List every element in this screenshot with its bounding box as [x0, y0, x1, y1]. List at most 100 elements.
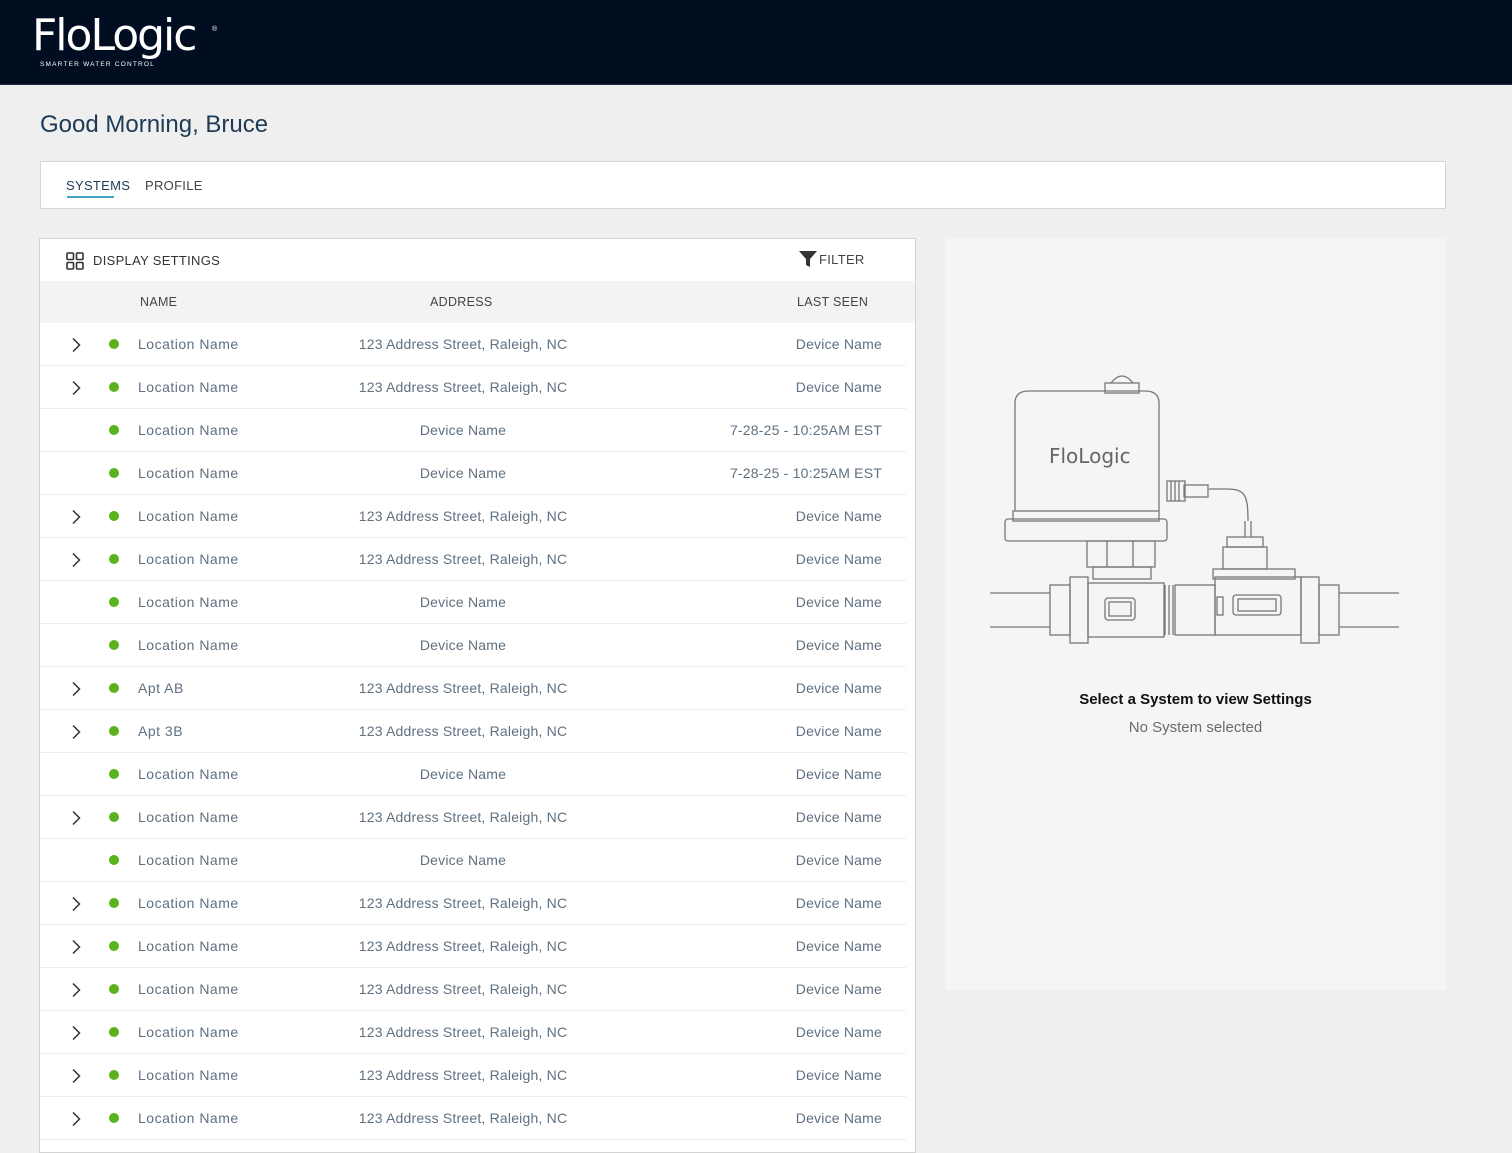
logo-tagline: SMARTER WATER CONTROL — [40, 61, 156, 68]
row-last-seen: Device Name — [795, 336, 882, 352]
row-last-seen: Device Name — [795, 379, 882, 395]
row-address: Device Name — [419, 465, 507, 481]
table-row[interactable]: Location Name 123 Address Street, Raleig… — [40, 495, 906, 538]
table-row[interactable]: Location Name 123 Address Street, Raleig… — [40, 366, 906, 409]
table-row[interactable]: Location Name 123 Address Street, Raleig… — [40, 968, 906, 1011]
table-row[interactable]: Location Name 123 Address Street, Raleig… — [40, 925, 906, 968]
row-address: 123 Address Street, Raleigh, NC — [358, 379, 568, 395]
status-dot-icon — [109, 941, 119, 951]
status-dot-icon — [109, 812, 119, 822]
table-row[interactable]: Location Name 123 Address Street, Raleig… — [40, 538, 906, 581]
tab-systems[interactable]: SYSTEMS — [66, 178, 130, 193]
funnel-icon[interactable] — [798, 250, 818, 268]
table-row[interactable]: Location Name 123 Address Street, Raleig… — [40, 796, 906, 839]
chevron-right-icon[interactable] — [71, 810, 81, 826]
chevron-right-icon[interactable] — [71, 337, 81, 353]
row-last-seen: Device Name — [795, 895, 882, 911]
logo-wordmark: FloLogic — [32, 10, 197, 61]
logo-registered-mark: ® — [212, 26, 218, 33]
row-name: Location Name — [138, 637, 239, 653]
row-name: Apt 3B — [138, 723, 184, 739]
table-header: NAME ADDRESS LAST SEEN — [40, 281, 915, 323]
active-tab-indicator — [67, 196, 114, 198]
table-row[interactable]: Location Name 123 Address Street, Raleig… — [40, 882, 906, 925]
row-last-seen: Device Name — [795, 1067, 882, 1083]
row-last-seen: Device Name — [795, 594, 882, 610]
row-address: 123 Address Street, Raleigh, NC — [358, 981, 568, 997]
status-dot-icon — [109, 1027, 119, 1037]
table-row[interactable]: Location Name 123 Address Street, Raleig… — [40, 1054, 906, 1097]
chevron-right-icon[interactable] — [71, 724, 81, 740]
row-name: Location Name — [138, 1024, 239, 1040]
table-row[interactable]: Location Name Device Name Device Name — [40, 753, 906, 796]
chevron-right-icon[interactable] — [71, 509, 81, 525]
row-address: Device Name — [419, 637, 507, 653]
table-row[interactable]: Location Name Device Name Device Name — [40, 839, 906, 882]
row-last-seen: Device Name — [795, 1110, 882, 1126]
row-address: 123 Address Street, Raleigh, NC — [358, 938, 568, 954]
chevron-right-icon[interactable] — [71, 1025, 81, 1041]
row-address: 123 Address Street, Raleigh, NC — [358, 1024, 568, 1040]
row-name: Location Name — [138, 379, 239, 395]
row-address: 123 Address Street, Raleigh, NC — [358, 809, 568, 825]
table-row[interactable]: Location Name 123 Address Street, Raleig… — [40, 1011, 906, 1054]
row-address: Device Name — [419, 594, 507, 610]
status-dot-icon — [109, 769, 119, 779]
status-dot-icon — [109, 898, 119, 908]
table-row[interactable]: Location Name 123 Address Street, Raleig… — [40, 323, 906, 366]
column-header-address[interactable]: ADDRESS — [430, 295, 493, 309]
row-last-seen: Device Name — [795, 551, 882, 567]
chevron-right-icon[interactable] — [71, 1111, 81, 1127]
table-row[interactable]: Location Name Device Name Device Name — [40, 624, 906, 667]
chevron-right-icon[interactable] — [71, 1068, 81, 1084]
status-dot-icon — [109, 855, 119, 865]
row-last-seen: Device Name — [795, 766, 882, 782]
flologic-logo[interactable]: FloLogic ® SMARTER WATER CONTROL — [32, 10, 222, 74]
table-row[interactable]: Location Name Device Name 7-28-25 - 10:2… — [40, 452, 906, 495]
column-header-name[interactable]: NAME — [140, 295, 177, 309]
table-row[interactable]: Location Name Device Name Device Name — [40, 581, 906, 624]
row-last-seen: Device Name — [795, 852, 882, 868]
chevron-right-icon[interactable] — [71, 380, 81, 396]
row-last-seen: 7-28-25 - 10:25AM EST — [729, 465, 882, 481]
chevron-right-icon[interactable] — [71, 982, 81, 998]
tab-profile[interactable]: PROFILE — [145, 178, 203, 193]
chevron-right-icon[interactable] — [71, 681, 81, 697]
row-address: Device Name — [419, 766, 507, 782]
status-dot-icon — [109, 726, 119, 736]
row-name: Apt AB — [138, 680, 184, 696]
table-row[interactable]: Apt 3B 123 Address Street, Raleigh, NC D… — [40, 710, 906, 753]
status-dot-icon — [109, 339, 119, 349]
chevron-right-icon[interactable] — [71, 552, 81, 568]
row-address: 123 Address Street, Raleigh, NC — [358, 723, 568, 739]
status-dot-icon — [109, 1113, 119, 1123]
systems-table-card: DISPLAY SETTINGS FILTER NAME ADDRESS LAS… — [39, 238, 916, 1153]
table-row[interactable]: Location Name 123 Address Street, Raleig… — [40, 1097, 906, 1140]
column-header-last-seen[interactable]: LAST SEEN — [797, 295, 868, 309]
row-name: Location Name — [138, 809, 239, 825]
display-settings-button[interactable]: DISPLAY SETTINGS — [93, 253, 220, 268]
row-last-seen: Device Name — [795, 508, 882, 524]
chevron-right-icon[interactable] — [71, 939, 81, 955]
tab-bar: SYSTEMS PROFILE — [40, 161, 1446, 209]
row-name: Location Name — [138, 1067, 239, 1083]
filter-button[interactable]: FILTER — [819, 252, 865, 267]
row-name: Location Name — [138, 852, 239, 868]
chevron-right-icon[interactable] — [71, 896, 81, 912]
status-dot-icon — [109, 640, 119, 650]
top-bar: FloLogic ® SMARTER WATER CONTROL — [0, 0, 1512, 85]
row-address: 123 Address Street, Raleigh, NC — [358, 1067, 568, 1083]
row-name: Location Name — [138, 594, 239, 610]
status-dot-icon — [109, 597, 119, 607]
status-dot-icon — [109, 468, 119, 478]
device-brand-label: FloLogic — [1049, 444, 1131, 468]
status-dot-icon — [109, 1070, 119, 1080]
row-last-seen: Device Name — [795, 981, 882, 997]
row-last-seen: Device Name — [795, 637, 882, 653]
table-row[interactable]: Apt AB 123 Address Street, Raleigh, NC D… — [40, 667, 906, 710]
grid-icon[interactable] — [66, 252, 84, 270]
status-dot-icon — [109, 554, 119, 564]
table-row[interactable]: Location Name Device Name 7-28-25 - 10:2… — [40, 409, 906, 452]
row-name: Location Name — [138, 465, 239, 481]
row-address: 123 Address Street, Raleigh, NC — [358, 895, 568, 911]
